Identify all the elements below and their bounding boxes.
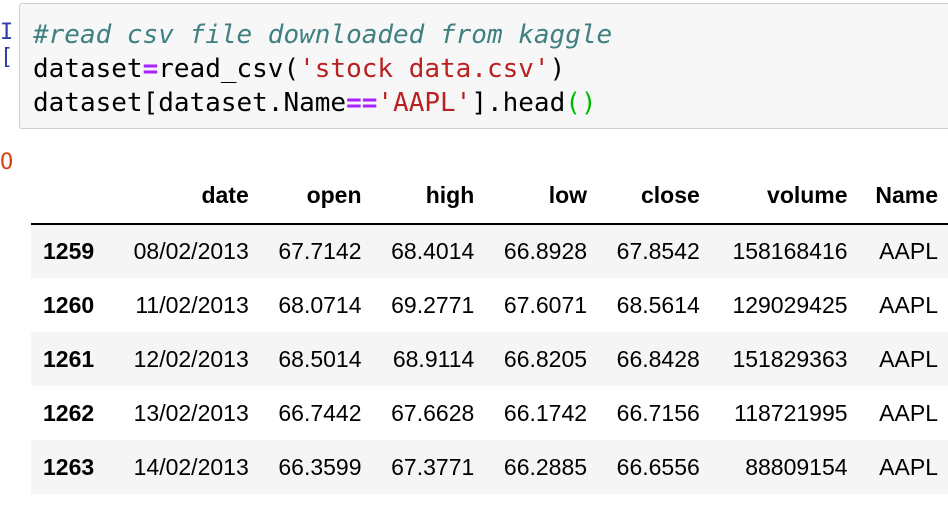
cell-open: 66.3599 xyxy=(278,453,362,480)
cell-open: 66.7442 xyxy=(278,399,362,426)
input-prompt: In [2]: xyxy=(0,20,12,70)
cell-name: AAPL xyxy=(879,291,938,318)
code-variable: dataset xyxy=(33,54,143,84)
code-line-2: dataset=read_csv('stock data.csv') xyxy=(33,52,948,86)
cell-name: AAPL xyxy=(879,238,938,264)
cell-date: 12/02/2013 xyxy=(133,345,249,372)
column-header-name: Name xyxy=(857,168,948,225)
column-header-high: high xyxy=(371,168,485,225)
cell-volume: 129029425 xyxy=(732,291,848,318)
cell-low: 67.6071 xyxy=(503,291,588,318)
cell-date: 14/02/2013 xyxy=(133,453,249,480)
cell-open: 68.0714 xyxy=(278,291,362,318)
code-string-filename: 'stock data.csv' xyxy=(299,54,550,84)
code-line-3: dataset[dataset.Name=='AAPL'].head() xyxy=(33,86,948,120)
table-row: 1263 14/02/2013 66.3599 67.3771 66.2885 … xyxy=(31,440,948,494)
code-equality-operator: == xyxy=(346,88,378,118)
table-row: 1261 12/02/2013 68.5014 68.9114 66.8205 … xyxy=(31,332,948,386)
row-index: 1261 xyxy=(43,345,95,372)
cell-close: 67.8542 xyxy=(616,238,700,264)
cell-volume: 88809154 xyxy=(745,453,848,480)
code-line-1: #read csv file downloaded from kaggle xyxy=(33,18,948,52)
cell-low: 66.8205 xyxy=(503,345,588,372)
cell-high: 67.3771 xyxy=(391,453,475,480)
dataframe-output-table: date open high low close volume Name 125… xyxy=(31,168,948,494)
cell-open: 67.7142 xyxy=(278,238,362,264)
cell-low: 66.8928 xyxy=(503,238,588,264)
table-row: 1260 11/02/2013 68.0714 69.2771 67.6071 … xyxy=(31,278,948,332)
notebook-page: In [2]: #read csv file downloaded from k… xyxy=(0,0,948,508)
column-header-low: low xyxy=(484,168,598,225)
cell-high: 69.2771 xyxy=(391,291,475,318)
row-index: 1263 xyxy=(43,453,95,480)
cell-name: AAPL xyxy=(879,345,938,372)
cell-close: 66.7156 xyxy=(616,399,700,426)
column-header-date: date xyxy=(111,168,259,225)
cell-volume: 151829363 xyxy=(732,345,848,372)
cell-close: 66.8428 xyxy=(616,345,700,372)
code-function-call: read_csv( xyxy=(158,54,300,84)
column-header-index xyxy=(31,168,111,225)
code-head-call: ].head xyxy=(471,88,566,118)
column-header-close: close xyxy=(597,168,710,225)
cell-open: 68.5014 xyxy=(278,345,362,372)
cell-high: 68.4014 xyxy=(391,238,475,264)
table-row: 1259 08/02/2013 67.7142 68.4014 66.8928 … xyxy=(31,224,948,278)
column-header-open: open xyxy=(258,168,372,225)
row-index: 1260 xyxy=(43,291,95,318)
cell-high: 67.6628 xyxy=(391,399,475,426)
cell-high: 68.9114 xyxy=(392,345,475,372)
cell-volume: 118721995 xyxy=(734,399,848,426)
code-cell-editor[interactable]: #read csv file downloaded from kaggle da… xyxy=(19,3,948,129)
row-index: 1262 xyxy=(43,399,95,426)
code-string-ticker: 'AAPL' xyxy=(377,88,472,118)
cell-volume: 158168416 xyxy=(732,238,848,264)
table-header-row: date open high low close volume Name xyxy=(31,168,948,225)
code-assign-operator: = xyxy=(142,54,159,84)
code-close-paren: ) xyxy=(549,54,566,84)
cell-low: 66.1742 xyxy=(503,399,588,426)
cell-date: 08/02/2013 xyxy=(133,238,249,264)
cell-close: 66.6556 xyxy=(616,453,700,480)
cell-date: 11/02/2013 xyxy=(135,291,249,318)
code-call-parens: () xyxy=(565,88,597,118)
code-filter-expression: dataset[dataset.Name xyxy=(33,88,347,118)
cell-name: AAPL xyxy=(879,399,938,426)
output-prompt: Out[2]: xyxy=(0,150,12,175)
row-index: 1259 xyxy=(43,238,95,264)
cell-close: 68.5614 xyxy=(616,291,700,318)
table-row: 1262 13/02/2013 66.7442 67.6628 66.1742 … xyxy=(31,386,948,440)
cell-name: AAPL xyxy=(879,453,938,480)
cell-low: 66.2885 xyxy=(503,453,588,480)
column-header-volume: volume xyxy=(709,168,858,225)
cell-date: 13/02/2013 xyxy=(133,399,249,426)
code-comment: #read csv file downloaded from kaggle xyxy=(33,20,613,50)
